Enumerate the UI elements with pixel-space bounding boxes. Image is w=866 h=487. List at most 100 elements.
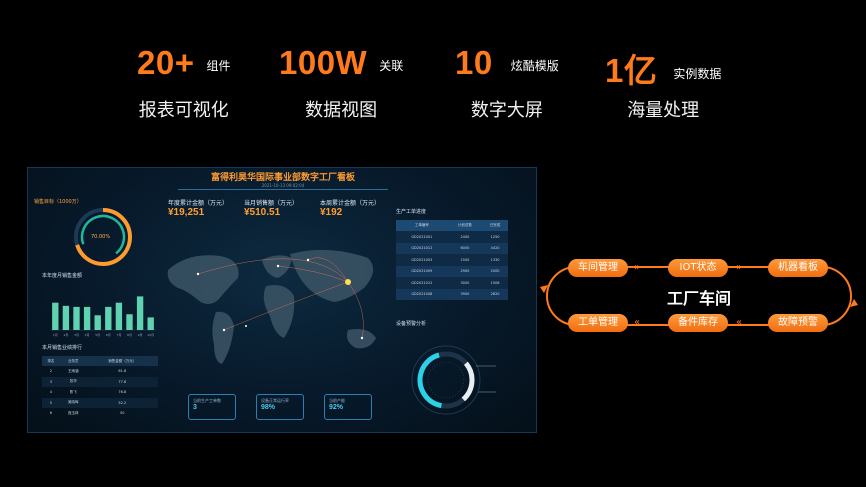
dashboard-preview: 富得利昊华国际事业部数字工厂看板 2021-10-13 09:02:04 销售目… bbox=[27, 167, 537, 433]
stat-relations: 100W 关联 数据视图 bbox=[279, 44, 403, 121]
ranking-table: 排名 业务员 销售金额（万元） 2 王雨涵 61.8 3 张华 77.6 4 陈飞 76.8… bbox=[42, 356, 158, 419]
chart-bar bbox=[52, 302, 59, 330]
ranking-table-wrap: 排名 业务员 销售金额（万元） 2 王雨涵 61.8 3 张华 77.6 4 陈飞 76.8… bbox=[42, 356, 158, 419]
dashboard-header: 富得利昊华国际事业部数字工厂看板 2021-10-13 09:02:04 bbox=[178, 170, 388, 190]
kpi-monthly: 当月销售额（万元） ¥510.51 bbox=[244, 198, 298, 218]
chart-tick-label: 6月 bbox=[106, 333, 111, 337]
factory-flow: 工厂车间 车间管理 » IOT状态 » 机器看板 工单管理 « 备件库存 « 故… bbox=[540, 259, 858, 333]
stat-value: 10 bbox=[455, 44, 493, 81]
cell: GD2021008 bbox=[396, 288, 448, 300]
world-map bbox=[167, 249, 376, 364]
stat-caption: 数字大屏 bbox=[470, 100, 543, 121]
chart-bar bbox=[73, 306, 80, 330]
cell: 2900 bbox=[447, 265, 483, 277]
kpi-weekly: 本周累计金额（万元） ¥192 bbox=[320, 198, 380, 218]
dashboard-title: 富得利昊华国际事业部数字工厂看板 bbox=[210, 173, 355, 183]
flow-center-label: 工厂车间 bbox=[666, 289, 731, 308]
dashboard-date: 2021-10-13 09:02:04 bbox=[261, 183, 305, 188]
table-row: GD2021003 1500 1330 bbox=[396, 254, 508, 266]
cell: 3000 bbox=[447, 277, 483, 289]
stat-value: 20+ bbox=[137, 44, 195, 81]
production-col-id: 工单编号 bbox=[396, 220, 448, 231]
table-row: GD2021001 2400 1250 bbox=[396, 231, 508, 243]
table-row: 4 陈飞 76.8 bbox=[42, 387, 158, 398]
table-row: GD2021009 2900 2000 bbox=[396, 265, 508, 277]
gauge-value: 70.00% bbox=[91, 234, 111, 240]
chart-bar bbox=[105, 306, 112, 330]
cell: 52.2 bbox=[86, 397, 158, 408]
flow-node-work-order[interactable]: 工单管理 bbox=[568, 314, 628, 332]
yearly-sales-chart: 1月 2月 3月 4月 5月 6月 7月 8月 9月 10月 bbox=[50, 296, 156, 337]
cell: 1330 bbox=[482, 254, 508, 266]
arrow-right-icon: » bbox=[736, 262, 743, 273]
stat-unit: 组件 bbox=[206, 59, 231, 73]
flow-node-iot[interactable]: IOT状态 bbox=[668, 259, 728, 277]
cell: 吴晓晖 bbox=[59, 397, 87, 408]
chart-tick-label: 5月 bbox=[95, 333, 100, 337]
cell: GD2021003 bbox=[396, 254, 448, 266]
flow-node-workshop[interactable]: 车间管理 bbox=[568, 259, 628, 277]
ranking-col-rank: 排名 bbox=[42, 356, 60, 366]
cell: 2400 bbox=[447, 231, 483, 243]
arrow-right-icon: » bbox=[634, 262, 641, 273]
cell: 5 bbox=[42, 397, 60, 408]
kpi-label: 年度累计金额（万元） bbox=[168, 200, 229, 207]
cell: 76.8 bbox=[118, 390, 127, 395]
chart-bar bbox=[115, 302, 123, 330]
stat-unit: 实例数据 bbox=[673, 67, 722, 81]
kpi-value: ¥510.51 bbox=[244, 207, 281, 218]
production-col-plan: 计划总数 bbox=[447, 220, 483, 231]
kpi-value: ¥19,251 bbox=[168, 207, 205, 218]
flow-node-spare-parts[interactable]: 备件库存 bbox=[668, 314, 728, 332]
chart-bar bbox=[136, 296, 144, 330]
chart-tick-label: 7月 bbox=[116, 333, 121, 337]
ranking-col-amount: 销售金额（万元） bbox=[86, 356, 158, 366]
cell: GD2021001 bbox=[396, 231, 448, 243]
stat-caption: 报表可视化 bbox=[138, 100, 229, 121]
equipment-label: 设备预警分析 bbox=[396, 321, 427, 327]
ranking-col-name: 业务员 bbox=[59, 356, 87, 366]
cell: 1250 bbox=[482, 231, 508, 243]
cell: 1500 bbox=[447, 254, 483, 266]
cell: 2 bbox=[49, 369, 53, 374]
cell: 4 bbox=[49, 390, 53, 395]
production-table-wrap: 工单编号 计划总数 已完成 GD2021001 2400 1250 GD202101… bbox=[396, 220, 508, 300]
flow-node-machine-board[interactable]: 机器看板 bbox=[768, 259, 828, 277]
metric-uptime: 设备正常运行率 98% bbox=[256, 394, 304, 420]
cell: 4420 bbox=[482, 242, 508, 254]
production-col-done: 已完成 bbox=[482, 220, 508, 231]
metric-value: 92% bbox=[329, 404, 344, 411]
chart-tick-label: 1月 bbox=[53, 333, 58, 337]
stat-instances: 1亿 实例数据 海量处理 bbox=[605, 44, 722, 121]
cell: 77.6 bbox=[86, 376, 158, 387]
metric-capacity: 当前产能 92% bbox=[324, 394, 372, 420]
stat-components: 20+ 组件 报表可视化 bbox=[137, 44, 231, 121]
stat-unit: 炫酷模版 bbox=[510, 59, 559, 73]
table-row: 6 庞玉林 50 bbox=[42, 408, 158, 419]
cell: GD2021012 bbox=[396, 242, 448, 254]
cell: 王雨涵 bbox=[67, 368, 79, 373]
arrow-left-icon: « bbox=[634, 317, 641, 328]
chart-bar bbox=[94, 315, 101, 330]
table-row: 2 王雨涵 61.8 bbox=[42, 366, 158, 377]
cell: GD2021009 bbox=[396, 265, 448, 277]
chart-tick-label: 2月 bbox=[63, 333, 68, 337]
production-table: 工单编号 计划总数 已完成 GD2021001 2400 1250 GD202101… bbox=[396, 220, 508, 300]
equipment-donut bbox=[411, 345, 496, 415]
flow-node-fault-alert[interactable]: 故障预警 bbox=[768, 314, 828, 332]
cell: 61.8 bbox=[118, 369, 127, 374]
cell: 张华 bbox=[59, 376, 87, 387]
cell: 6000 bbox=[447, 242, 483, 254]
table-row: GD2021012 3000 1506 bbox=[396, 277, 508, 289]
stat-caption: 海量处理 bbox=[627, 100, 700, 121]
cell: 1506 bbox=[482, 277, 508, 289]
kpi-value: ¥192 bbox=[320, 207, 343, 218]
chart-bar bbox=[147, 317, 154, 330]
table-row: 5 吴晓晖 52.2 bbox=[42, 397, 158, 408]
cell: 6 bbox=[49, 411, 53, 416]
kpi-yearly: 年度累计金额（万元） ¥19,251 bbox=[168, 198, 228, 218]
cell: 50 bbox=[120, 411, 125, 416]
cell: 庞玉林 bbox=[67, 410, 79, 415]
stat-caption: 数据视图 bbox=[305, 100, 378, 121]
table-row: GD2021008 3900 2820 bbox=[396, 288, 508, 300]
